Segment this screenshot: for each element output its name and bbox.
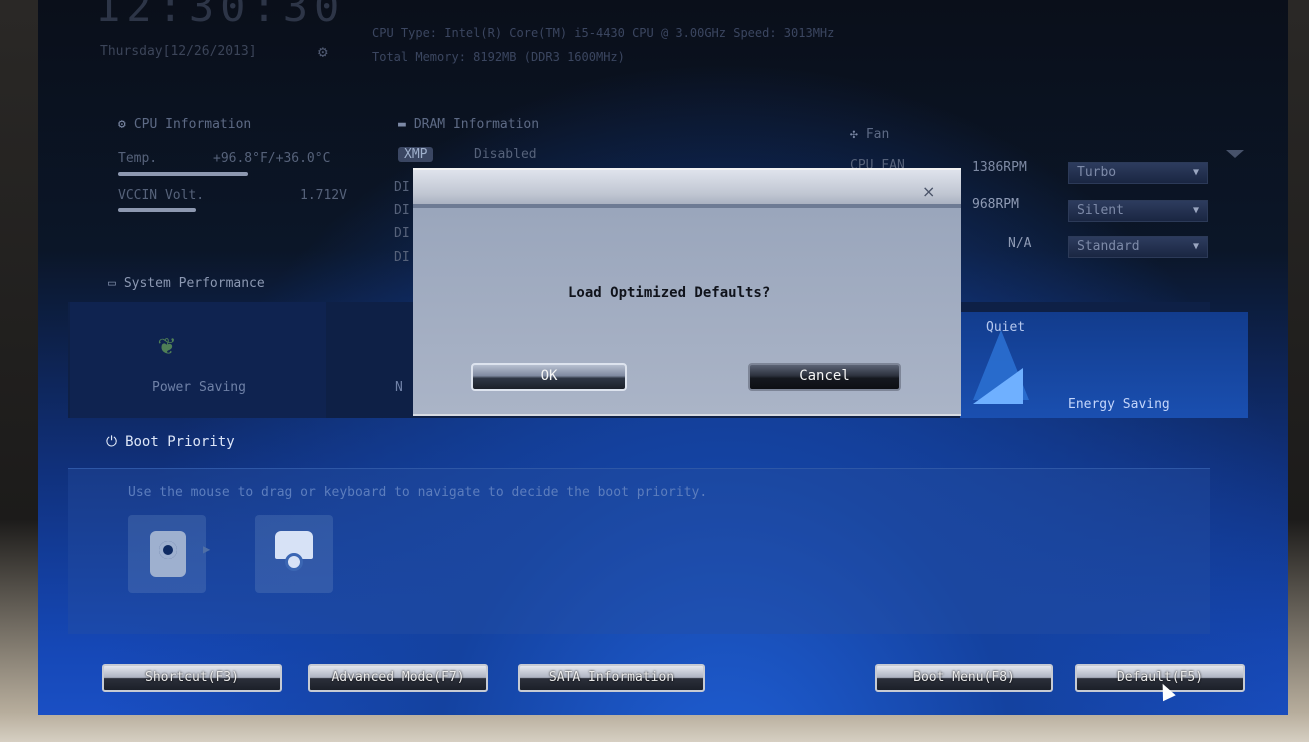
fan-icon: ✣: [850, 127, 858, 142]
advanced-mode-button[interactable]: Advanced Mode(F7): [308, 664, 488, 692]
vccin-bar: [118, 208, 196, 212]
power-saving-label: Power Saving: [152, 380, 246, 395]
fan-title: ✣ Fan: [850, 127, 889, 142]
chevron-down-icon: ▼: [1192, 167, 1199, 178]
temp-bar: [118, 172, 248, 176]
fan-mode-value: Standard: [1077, 239, 1140, 254]
boot-priority-title: ⏻ Boot Priority: [106, 434, 235, 450]
fan-mode-value: Turbo: [1077, 165, 1117, 180]
temp-label: Temp.: [118, 151, 158, 166]
monitor-icon: ▭: [108, 276, 116, 291]
cpu-icon: ⚙: [118, 117, 126, 132]
boot-priority-hint: Use the mouse to drag or keyboard to nav…: [128, 485, 708, 500]
chevron-down-icon: ▼: [1192, 205, 1199, 216]
fan-mode-select[interactable]: Turbo ▼: [1068, 162, 1208, 184]
boot-device-hdd[interactable]: [128, 515, 206, 593]
vccin-value: 1.712V: [300, 188, 347, 203]
fan-speed: 968RPM: [972, 197, 1019, 212]
memory-icon: ▬: [398, 117, 406, 132]
normal-tile-label: N: [395, 380, 403, 395]
dimm-row: DI: [394, 226, 410, 241]
performance-pyramid-highlight: [973, 368, 1023, 404]
fan-mode-value: Silent: [1077, 203, 1124, 218]
dram-info-title-text: DRAM Information: [413, 117, 540, 132]
energy-saving-label: Energy Saving: [1068, 397, 1170, 412]
fan-mode-select[interactable]: Standard ▼: [1068, 236, 1208, 258]
clock: 12:30:30: [95, 0, 346, 31]
sata-information-button[interactable]: SATA Information: [518, 664, 705, 692]
fan-speed: 1386RPM: [972, 160, 1027, 175]
total-memory-info: Total Memory: 8192MB (DDR3 1600MHz): [372, 50, 625, 64]
system-performance-title-text: System Performance: [123, 276, 265, 291]
system-performance-title: ▭ System Performance: [108, 276, 265, 291]
dimm-row: DI: [394, 250, 410, 265]
cpu-info-title-text: CPU Information: [133, 117, 252, 132]
fan-speed: N/A: [1008, 236, 1032, 251]
boot-menu-button[interactable]: Boot Menu(F8): [875, 664, 1053, 692]
date-label: Thursday[12/26/2013]: [100, 44, 257, 59]
power-saving-tile[interactable]: [70, 302, 326, 418]
arrow-right-icon: ▶: [203, 542, 211, 556]
quiet-label: Quiet: [986, 320, 1026, 335]
dialog-header: [413, 168, 961, 210]
xmp-value: Disabled: [474, 147, 537, 162]
boot-device-optical[interactable]: [255, 515, 333, 593]
boot-priority-title-text: Boot Priority: [125, 434, 235, 450]
close-icon[interactable]: ×: [922, 182, 935, 201]
cpu-info-title: ⚙ CPU Information: [118, 117, 251, 132]
xmp-select[interactable]: XMP: [398, 147, 434, 162]
shortcut-button[interactable]: Shortcut(F3): [102, 664, 282, 692]
cancel-button[interactable]: Cancel: [748, 363, 901, 391]
cpu-type-info: CPU Type: Intel(R) Core(TM) i5-4430 CPU …: [372, 26, 835, 40]
settings-gear-icon[interactable]: ⚙: [318, 42, 328, 61]
collapse-arrow-icon[interactable]: [1226, 150, 1244, 158]
hard-drive-icon: [150, 531, 186, 577]
power-icon: ⏻: [106, 434, 118, 450]
ok-button[interactable]: OK: [471, 363, 627, 391]
dram-info-title: ▬ DRAM Information: [398, 117, 539, 132]
vccin-label: VCCIN Volt.: [118, 188, 205, 203]
leaf-icon: ❦: [158, 328, 175, 361]
dialog-message: Load Optimized Defaults?: [568, 285, 771, 301]
fan-title-text: Fan: [865, 127, 890, 142]
temp-value: +96.8°F/+36.0°C: [213, 151, 331, 166]
optical-drive-icon: [275, 531, 313, 571]
dimm-row: DI: [394, 203, 410, 218]
dimm-row: DI: [394, 180, 410, 195]
fan-mode-select[interactable]: Silent ▼: [1068, 200, 1208, 222]
chevron-down-icon: ▼: [1192, 241, 1199, 252]
